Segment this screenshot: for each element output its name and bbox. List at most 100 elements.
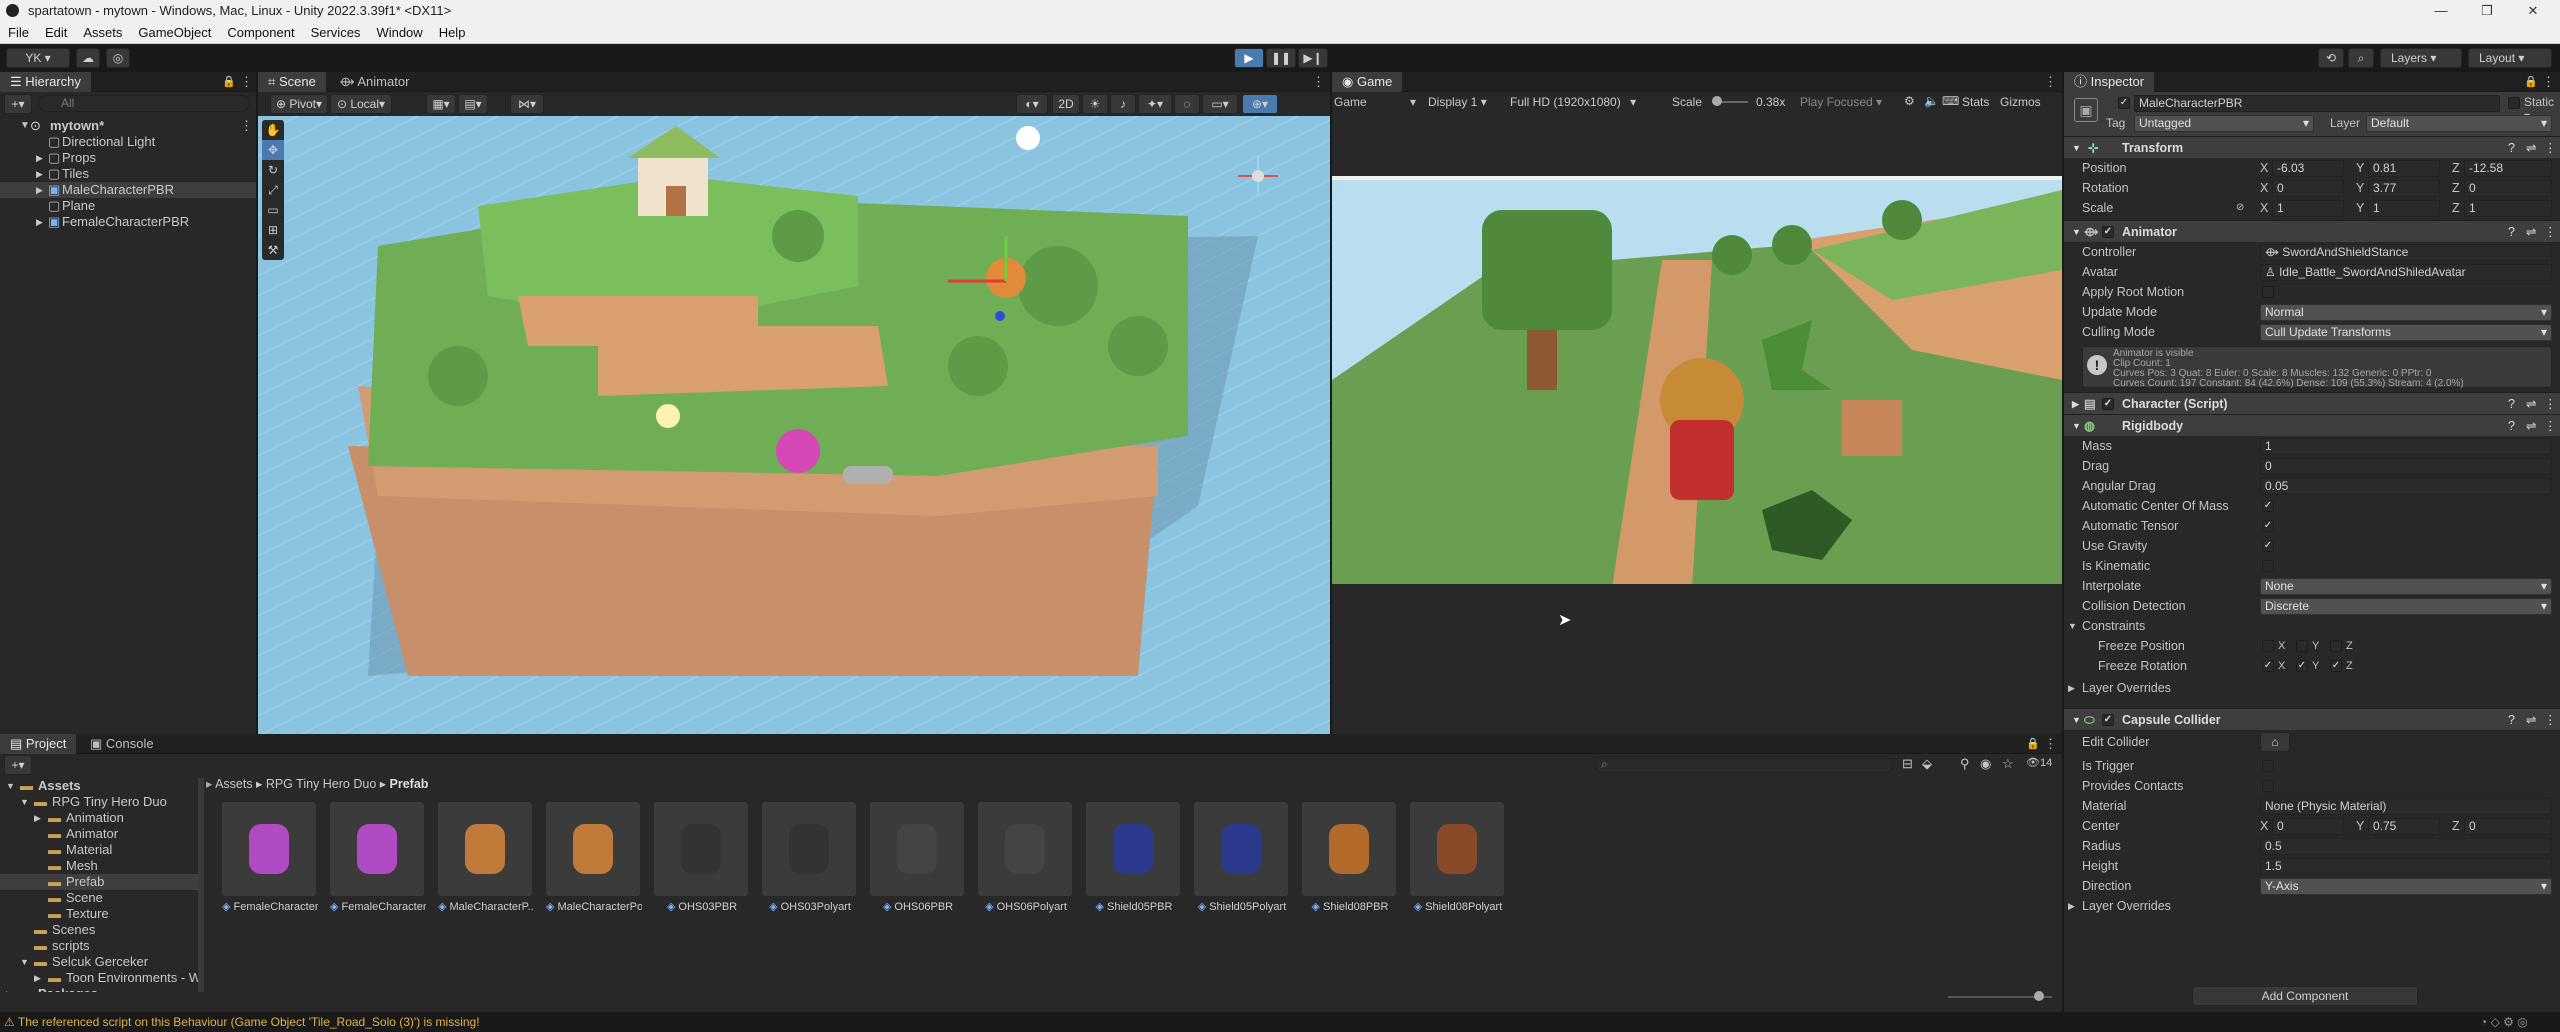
menu-services[interactable]: Services: [303, 22, 369, 40]
pivot-dropdown[interactable]: ⊕ Pivot▾: [270, 94, 328, 114]
tab-scene[interactable]: ⌗ Scene: [258, 72, 326, 92]
material-field[interactable]: None (Physic Material): [2260, 798, 2552, 815]
interpolate-dropdown[interactable]: None ▾: [2260, 578, 2552, 595]
menu-window[interactable]: Window: [368, 22, 430, 40]
menu-file[interactable]: File: [0, 22, 37, 40]
lock-icon[interactable]: 🔒: [222, 75, 236, 88]
freeze-pos-y-checkbox[interactable]: [2296, 640, 2308, 652]
project-lock-icon[interactable]: 🔒: [2026, 737, 2040, 750]
help-icon[interactable]: ?: [2508, 221, 2515, 243]
cloud-icon[interactable]: ☁: [76, 48, 100, 68]
help-icon[interactable]: ?: [2508, 137, 2515, 159]
menu-assets[interactable]: Assets: [75, 22, 130, 40]
tab-project[interactable]: ▤ Project: [0, 734, 77, 754]
apply-root-motion-checkbox[interactable]: [2262, 286, 2274, 298]
custom-tool-icon[interactable]: ⚒: [262, 240, 284, 260]
asset-tile[interactable]: ◈ OHS06Polyart: [978, 802, 1074, 913]
scene-root[interactable]: ▼ ⊙ mytown* ⋮: [0, 118, 256, 134]
scene-viewport[interactable]: ✋ ✥ ↻ ⤢ ▭ ⊞ ⚒: [258, 116, 1330, 736]
center-y-field[interactable]: 0.75: [2368, 818, 2440, 835]
static-checkbox[interactable]: [2508, 97, 2520, 109]
direction-dropdown[interactable]: Y-Axis ▾: [2260, 878, 2552, 895]
add-icon[interactable]: +▾: [4, 94, 32, 114]
account-dropdown[interactable]: YK ▾: [6, 48, 70, 68]
asset-tile[interactable]: ◈ OHS03Polyart: [762, 802, 858, 913]
position-y-field[interactable]: 0.81: [2368, 160, 2440, 177]
folder-item[interactable]: ▼ ▬ Assets: [0, 778, 200, 794]
snap-increment-icon[interactable]: ⋈▾: [510, 94, 544, 114]
scale-tool-icon[interactable]: ⤢: [262, 180, 284, 200]
freeze-pos-z-checkbox[interactable]: [2330, 640, 2342, 652]
foldout-icon[interactable]: ▶: [6, 986, 13, 992]
menu-edit[interactable]: Edit: [37, 22, 75, 40]
scale-z-field[interactable]: 1: [2464, 200, 2552, 217]
folder-item[interactable]: ▬ Scenes: [0, 922, 200, 938]
center-x-field[interactable]: 0: [2272, 818, 2344, 835]
asset-tile[interactable]: ◈ FemaleCharacter...: [222, 802, 318, 913]
folder-item[interactable]: ▶ ▬ Animation: [0, 810, 200, 826]
hand-tool-icon[interactable]: ✋: [262, 120, 284, 140]
angular-drag-field[interactable]: 0.05: [2260, 478, 2552, 495]
character-enabled-checkbox[interactable]: ✓: [2102, 398, 2114, 410]
transform-header[interactable]: ▼ ⊹ Transform ? ⇌ ⋮: [2064, 136, 2560, 158]
component-menu-icon[interactable]: ⋮: [2544, 415, 2557, 437]
auto-com-checkbox[interactable]: ✓: [2262, 500, 2274, 512]
freeze-rot-z-checkbox[interactable]: ✓: [2330, 660, 2342, 672]
help-icon[interactable]: ?: [2508, 709, 2515, 731]
height-field[interactable]: 1.5: [2260, 858, 2552, 875]
rect-tool-icon[interactable]: ▭: [262, 200, 284, 220]
hierarchy-item-props[interactable]: ▶ ▢ Props: [0, 150, 256, 166]
edit-collider-button[interactable]: ⌂: [2260, 732, 2290, 752]
lighting-icon[interactable]: ☀: [1082, 94, 1108, 114]
scene-more-icon[interactable]: ⋮: [1312, 74, 1325, 90]
hierarchy-item-plane[interactable]: ▢ Plane: [0, 198, 256, 214]
animator-header[interactable]: ▼ ⟴ ✓ Animator ? ⇌ ⋮: [2064, 220, 2560, 242]
tab-animator[interactable]: ⟴ Animator: [329, 72, 419, 92]
preset-icon[interactable]: ⇌: [2526, 137, 2536, 159]
is-kinematic-checkbox[interactable]: [2262, 560, 2274, 572]
is-trigger-checkbox[interactable]: [2262, 760, 2274, 772]
hierarchy-search-input[interactable]: All: [38, 95, 250, 112]
gizmos-button[interactable]: Gizmos: [2000, 95, 2041, 109]
culling-mode-dropdown[interactable]: Cull Update Transforms ▾: [2260, 324, 2552, 341]
minimize-button[interactable]: —: [2418, 0, 2464, 22]
component-menu-icon[interactable]: ⋮: [2544, 137, 2557, 159]
history-icon[interactable]: ⟲: [2318, 48, 2344, 68]
rotate-tool-icon[interactable]: ↻: [262, 160, 284, 180]
folder-item[interactable]: ▶ ▬ Toon Environments - W: [0, 970, 200, 986]
tree-scrollbar[interactable]: [198, 778, 204, 992]
controller-field[interactable]: ⟴ SwordAndShieldStance: [2260, 244, 2552, 261]
local-dropdown[interactable]: ⊙ Local▾: [330, 94, 392, 114]
capsule-enabled-checkbox[interactable]: ✓: [2102, 714, 2114, 726]
constrain-proportions-icon[interactable]: ⊘: [2236, 198, 2244, 218]
asset-tile[interactable]: ◈ Shield08Polyart: [1410, 802, 1506, 913]
grid-snap-icon[interactable]: ▦▾: [426, 94, 456, 114]
tab-hierarchy[interactable]: ☰ Hierarchy: [0, 72, 91, 92]
status-bar[interactable]: ⚠ The referenced script on this Behaviou…: [0, 1012, 2560, 1032]
collab-icon[interactable]: ◎: [106, 48, 130, 68]
freeze-pos-x-checkbox[interactable]: [2262, 640, 2274, 652]
foldout-icon[interactable]: ▼: [20, 794, 29, 810]
search-by-label-icon[interactable]: ⬙: [1922, 756, 1932, 772]
animator-enabled-checkbox[interactable]: ✓: [2102, 226, 2114, 238]
project-more-icon[interactable]: ⋮: [2044, 736, 2057, 752]
asset-tile[interactable]: ◈ FemaleCharacter...: [330, 802, 426, 913]
asset-tile[interactable]: ◈ Shield08PBR: [1302, 802, 1398, 913]
layer-overrides-foldout-icon[interactable]: ▶: [2068, 678, 2075, 698]
menu-gameobject[interactable]: GameObject: [130, 22, 219, 40]
help-icon[interactable]: ?: [2508, 393, 2515, 415]
play-focused-dropdown[interactable]: Play Focused ▾: [1800, 95, 1882, 109]
folder-item[interactable]: ▬ scripts: [0, 938, 200, 954]
auto-tensor-checkbox[interactable]: ✓: [2262, 520, 2274, 532]
center-z-field[interactable]: 0: [2464, 818, 2552, 835]
capsule-layer-overrides-foldout-icon[interactable]: ▶: [2068, 896, 2075, 916]
constraints-foldout-icon[interactable]: ▼: [2068, 616, 2077, 636]
hidden-objects-icon[interactable]: ◌: [1174, 94, 1200, 114]
resolution-dropdown[interactable]: Full HD (1920x1080) ▾: [1510, 95, 1636, 109]
play-button[interactable]: ▶: [1234, 48, 1264, 68]
hierarchy-item-directional-light[interactable]: ▢ Directional Light: [0, 134, 256, 150]
component-menu-icon[interactable]: ⋮: [2544, 393, 2557, 415]
breadcrumb-assets[interactable]: Assets: [215, 777, 253, 791]
component-menu-icon[interactable]: ⋮: [2544, 709, 2557, 731]
scale-slider-handle[interactable]: [1712, 96, 1722, 106]
